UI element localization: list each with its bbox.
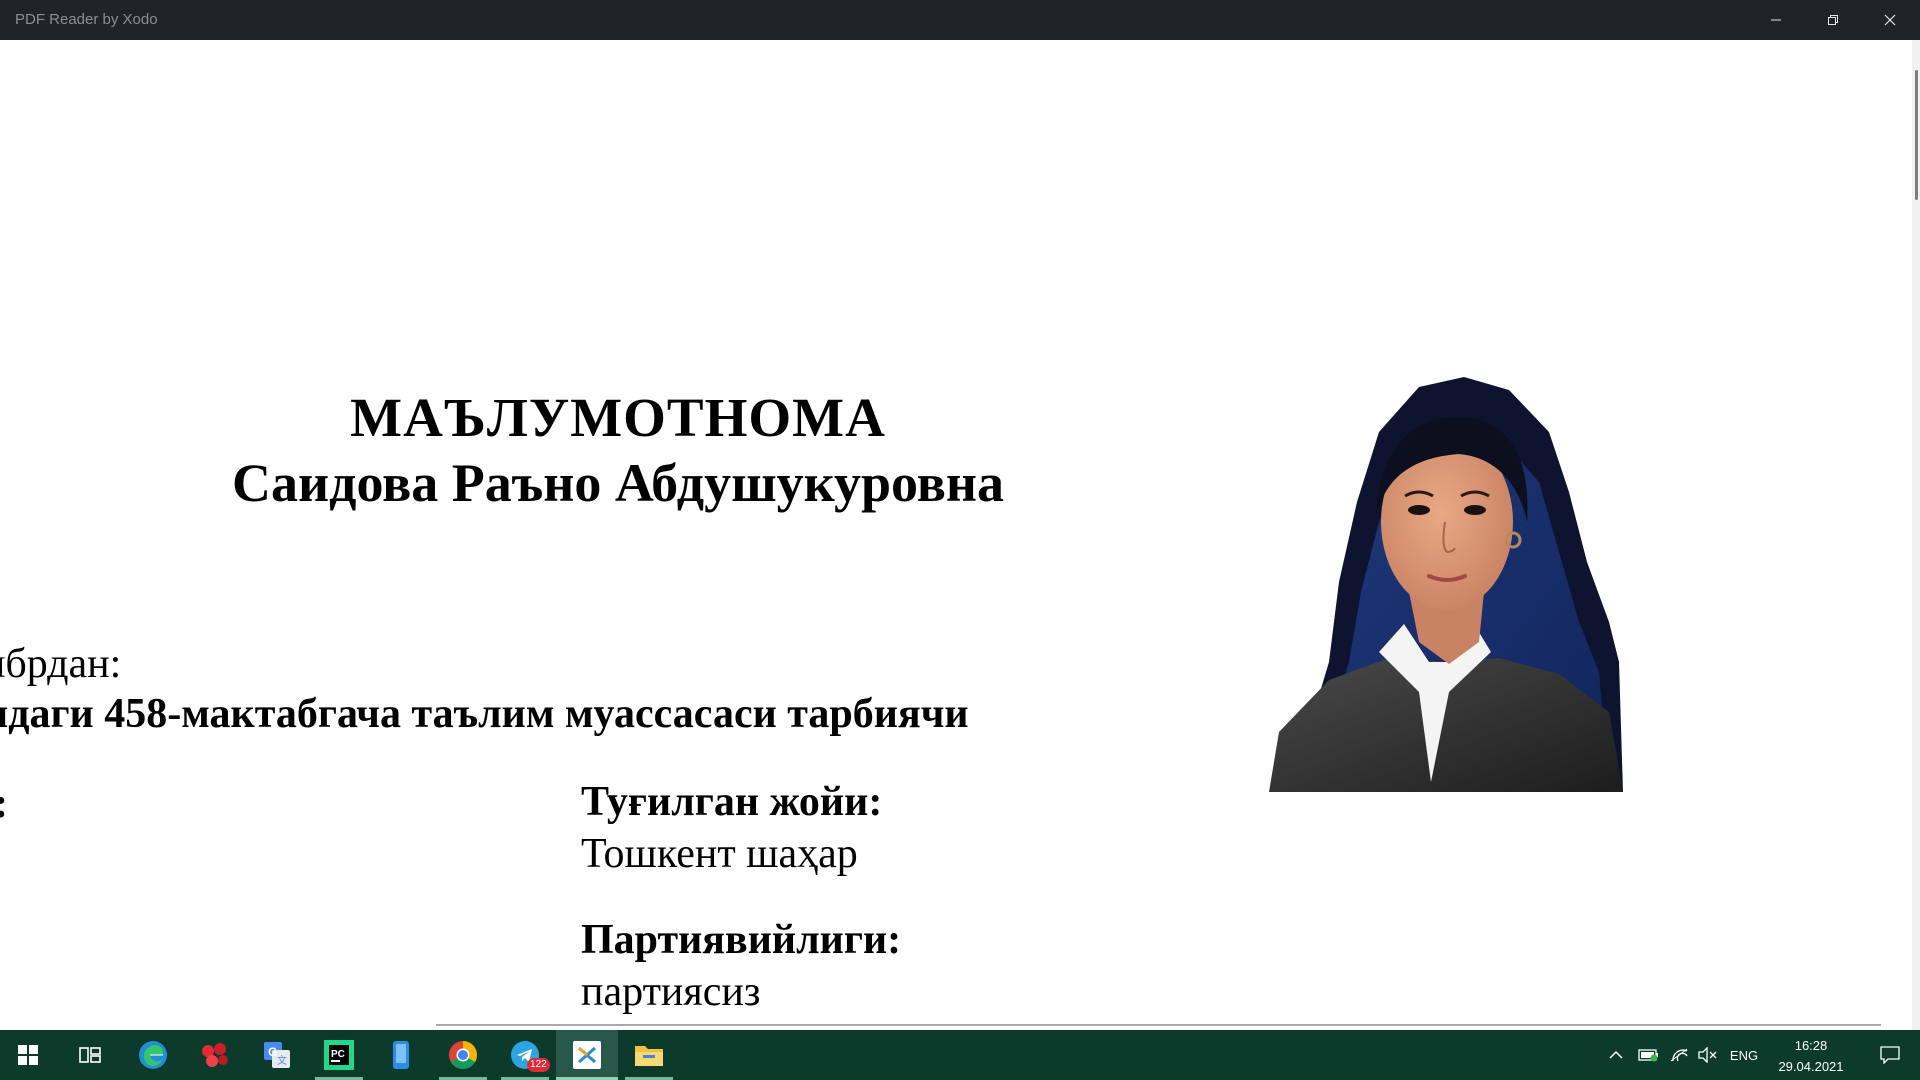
scrollbar-thumb[interactable] bbox=[1915, 70, 1918, 200]
document-viewer[interactable]: МАЪЛУМОТНОМА Саидова Раъно Абдушукуровна… bbox=[0, 40, 1920, 1030]
clock-time: 16:28 bbox=[1794, 1038, 1828, 1053]
taskbar-pycharm[interactable]: PC bbox=[311, 1030, 367, 1080]
wifi-icon bbox=[1670, 1048, 1688, 1062]
task-view-button[interactable] bbox=[62, 1030, 118, 1080]
battery-button[interactable] bbox=[1636, 1030, 1662, 1080]
telegram-unread-badge: 122 bbox=[527, 1058, 550, 1072]
windows-logo-icon bbox=[18, 1045, 38, 1065]
battery-charging-icon bbox=[1638, 1049, 1658, 1062]
vertical-scrollbar[interactable] bbox=[1912, 40, 1920, 1030]
edge-icon bbox=[139, 1041, 167, 1069]
since-label: ябрдан: bbox=[0, 641, 122, 687]
minimize-button[interactable] bbox=[1748, 0, 1804, 40]
person-name: Саидова Раъно Абдушукуровна bbox=[232, 453, 1004, 513]
page-separator bbox=[436, 1024, 1881, 1026]
title-bar: PDF Reader by Xodo bbox=[0, 0, 1920, 40]
red-molecule-icon bbox=[202, 1043, 228, 1067]
phone-icon bbox=[393, 1041, 409, 1069]
start-button[interactable] bbox=[0, 1030, 56, 1080]
close-button[interactable] bbox=[1862, 0, 1918, 40]
document-title: МАЪЛУМОТНОМА bbox=[350, 387, 886, 448]
birthplace-value: Тошкент шаҳар bbox=[581, 831, 858, 877]
volume-muted-icon bbox=[1698, 1047, 1717, 1063]
pycharm-icon: PC bbox=[324, 1040, 354, 1070]
show-hidden-icons-button[interactable] bbox=[1604, 1030, 1628, 1080]
translate-icon: G 文 bbox=[264, 1042, 290, 1068]
taskbar-edge[interactable] bbox=[125, 1030, 181, 1080]
svg-text:PC: PC bbox=[331, 1049, 345, 1060]
chrome-icon bbox=[449, 1041, 477, 1069]
taskbar-red-app[interactable] bbox=[187, 1030, 243, 1080]
restore-button[interactable] bbox=[1805, 0, 1861, 40]
action-center-button[interactable] bbox=[1866, 1030, 1914, 1080]
network-button[interactable] bbox=[1666, 1030, 1692, 1080]
window-title: PDF Reader by Xodo bbox=[15, 11, 158, 28]
taskbar-xodo[interactable] bbox=[556, 1030, 618, 1080]
svg-text:G: G bbox=[268, 1045, 277, 1059]
task-view-icon bbox=[79, 1047, 101, 1063]
party-value: партиясиз bbox=[581, 969, 761, 1015]
portrait-photo bbox=[1269, 362, 1623, 792]
taskbar-phone-app[interactable] bbox=[373, 1030, 429, 1080]
taskbar-clock[interactable]: 16:28 29.04.2021 bbox=[1764, 1030, 1858, 1080]
notification-icon bbox=[1880, 1046, 1900, 1064]
close-icon bbox=[1884, 14, 1896, 26]
volume-button[interactable] bbox=[1694, 1030, 1720, 1080]
taskbar-telegram[interactable]: 122 bbox=[497, 1030, 553, 1080]
restore-icon bbox=[1828, 15, 1838, 25]
taskbar-translate[interactable]: G 文 bbox=[249, 1030, 305, 1080]
position-text: идаги 458-мактабгача таълим муассасаси т… bbox=[0, 691, 969, 737]
clock-date: 29.04.2021 bbox=[1778, 1059, 1844, 1074]
cut-off-label: : bbox=[0, 780, 8, 828]
folder-icon bbox=[635, 1046, 663, 1066]
party-label: Партиявийлиги: bbox=[581, 917, 902, 963]
taskbar-file-explorer[interactable] bbox=[621, 1030, 677, 1080]
svg-text:文: 文 bbox=[277, 1054, 287, 1067]
language-indicator[interactable]: ENG bbox=[1724, 1030, 1764, 1080]
taskbar: G 文 PC 122 ENG 16:28 29.04.2021 bbox=[0, 1030, 1920, 1080]
pdf-page: МАЪЛУМОТНОМА Саидова Раъно Абдушукуровна… bbox=[0, 40, 1912, 1030]
xodo-icon bbox=[573, 1041, 601, 1069]
taskbar-chrome[interactable] bbox=[435, 1030, 491, 1080]
minimize-icon bbox=[1771, 19, 1781, 21]
birthplace-label: Туғилган жойи: bbox=[581, 779, 883, 825]
chevron-up-icon bbox=[1609, 1050, 1623, 1059]
